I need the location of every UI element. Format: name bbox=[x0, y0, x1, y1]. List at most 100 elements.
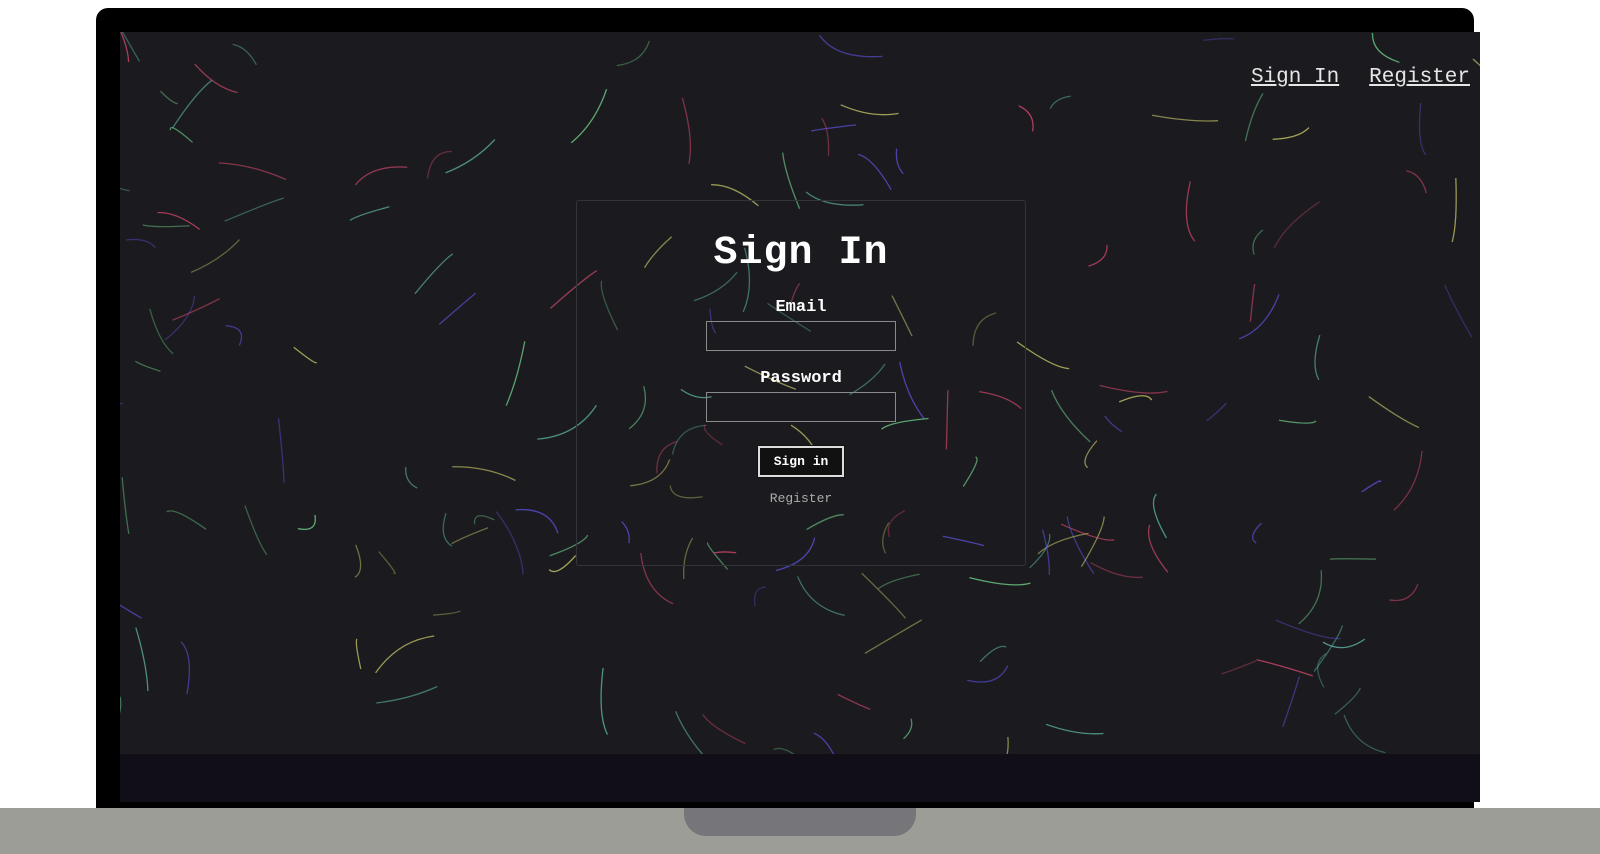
strand bbox=[1314, 334, 1321, 381]
strand bbox=[120, 402, 123, 405]
strand bbox=[1118, 395, 1153, 403]
email-field[interactable] bbox=[706, 321, 896, 351]
strand bbox=[1334, 687, 1361, 715]
strand bbox=[126, 238, 156, 249]
strand bbox=[180, 641, 191, 695]
strand bbox=[864, 619, 923, 654]
strand bbox=[857, 153, 892, 190]
strand bbox=[1084, 440, 1098, 469]
strand bbox=[1088, 244, 1108, 267]
strand bbox=[1050, 389, 1091, 443]
strand bbox=[120, 604, 143, 619]
strand bbox=[120, 696, 122, 714]
strand bbox=[837, 693, 871, 710]
strand bbox=[349, 206, 390, 221]
strand bbox=[979, 645, 1007, 663]
strand bbox=[452, 466, 516, 482]
password-label: Password bbox=[760, 369, 842, 388]
strand bbox=[190, 239, 241, 273]
strand bbox=[1406, 169, 1427, 194]
strand bbox=[1272, 127, 1310, 140]
strand bbox=[1273, 201, 1320, 249]
strand bbox=[1444, 284, 1473, 338]
strand bbox=[149, 308, 174, 355]
strand bbox=[861, 572, 906, 619]
strand bbox=[1361, 480, 1382, 493]
strand bbox=[840, 104, 899, 116]
top-nav: Sign In Register bbox=[1251, 66, 1470, 89]
strand bbox=[1185, 181, 1196, 242]
strand bbox=[135, 627, 149, 692]
strand bbox=[969, 576, 1031, 586]
strand bbox=[1252, 229, 1264, 255]
strand bbox=[1393, 450, 1423, 511]
strand bbox=[171, 79, 213, 129]
strand bbox=[451, 527, 489, 545]
strand bbox=[616, 40, 650, 67]
footer bbox=[120, 754, 1480, 802]
password-field[interactable] bbox=[706, 392, 896, 422]
page-title: Sign In bbox=[713, 231, 889, 276]
strand bbox=[164, 295, 196, 341]
strand bbox=[1238, 294, 1280, 340]
nav-register-link[interactable]: Register bbox=[1369, 66, 1470, 89]
strand bbox=[1282, 676, 1301, 728]
strand bbox=[1322, 638, 1366, 649]
strand bbox=[442, 512, 453, 547]
strand bbox=[432, 610, 461, 616]
strand bbox=[232, 43, 257, 66]
strand bbox=[159, 90, 179, 105]
strand bbox=[1152, 493, 1167, 539]
strand bbox=[354, 166, 408, 186]
screen: Sign In Register Sign In Email Password … bbox=[120, 32, 1480, 802]
strand bbox=[426, 150, 452, 179]
strand bbox=[811, 124, 857, 132]
strand bbox=[1099, 384, 1168, 394]
strand bbox=[166, 510, 207, 530]
strand bbox=[1152, 114, 1219, 122]
strand bbox=[1472, 58, 1480, 67]
strand bbox=[1249, 283, 1256, 322]
strand bbox=[1275, 619, 1341, 640]
strand bbox=[218, 162, 287, 181]
strand bbox=[1343, 714, 1386, 754]
strand bbox=[753, 586, 766, 607]
laptop-notch bbox=[684, 808, 916, 836]
strand bbox=[821, 117, 830, 156]
strand bbox=[244, 505, 268, 556]
strand bbox=[505, 341, 526, 406]
strand bbox=[1221, 660, 1257, 675]
strand bbox=[414, 253, 454, 295]
strand bbox=[681, 97, 692, 164]
strand bbox=[375, 635, 435, 674]
strand bbox=[1090, 562, 1143, 579]
strand bbox=[445, 139, 496, 174]
strand bbox=[1244, 93, 1264, 142]
register-link[interactable]: Register bbox=[577, 491, 1025, 506]
nav-sign-in-link[interactable]: Sign In bbox=[1251, 66, 1339, 89]
email-label: Email bbox=[775, 298, 827, 317]
strand bbox=[293, 346, 317, 364]
strand bbox=[1368, 396, 1420, 429]
strand bbox=[225, 325, 243, 346]
sign-in-button[interactable]: Sign in bbox=[756, 445, 846, 478]
strand bbox=[600, 667, 609, 735]
strand bbox=[1418, 102, 1427, 156]
strand bbox=[1045, 723, 1104, 735]
strand bbox=[674, 711, 704, 754]
strand bbox=[818, 34, 883, 58]
strand bbox=[1006, 736, 1009, 754]
strand bbox=[134, 360, 161, 372]
strand bbox=[702, 714, 746, 745]
strand bbox=[355, 638, 362, 670]
strand bbox=[877, 573, 920, 590]
strand bbox=[903, 718, 913, 740]
strand bbox=[570, 88, 608, 144]
strand bbox=[797, 576, 845, 617]
strand bbox=[1256, 659, 1314, 677]
strand bbox=[1278, 419, 1317, 424]
strand bbox=[194, 63, 238, 94]
strand bbox=[1371, 32, 1400, 63]
strand bbox=[1066, 516, 1095, 575]
strand bbox=[967, 665, 1009, 683]
